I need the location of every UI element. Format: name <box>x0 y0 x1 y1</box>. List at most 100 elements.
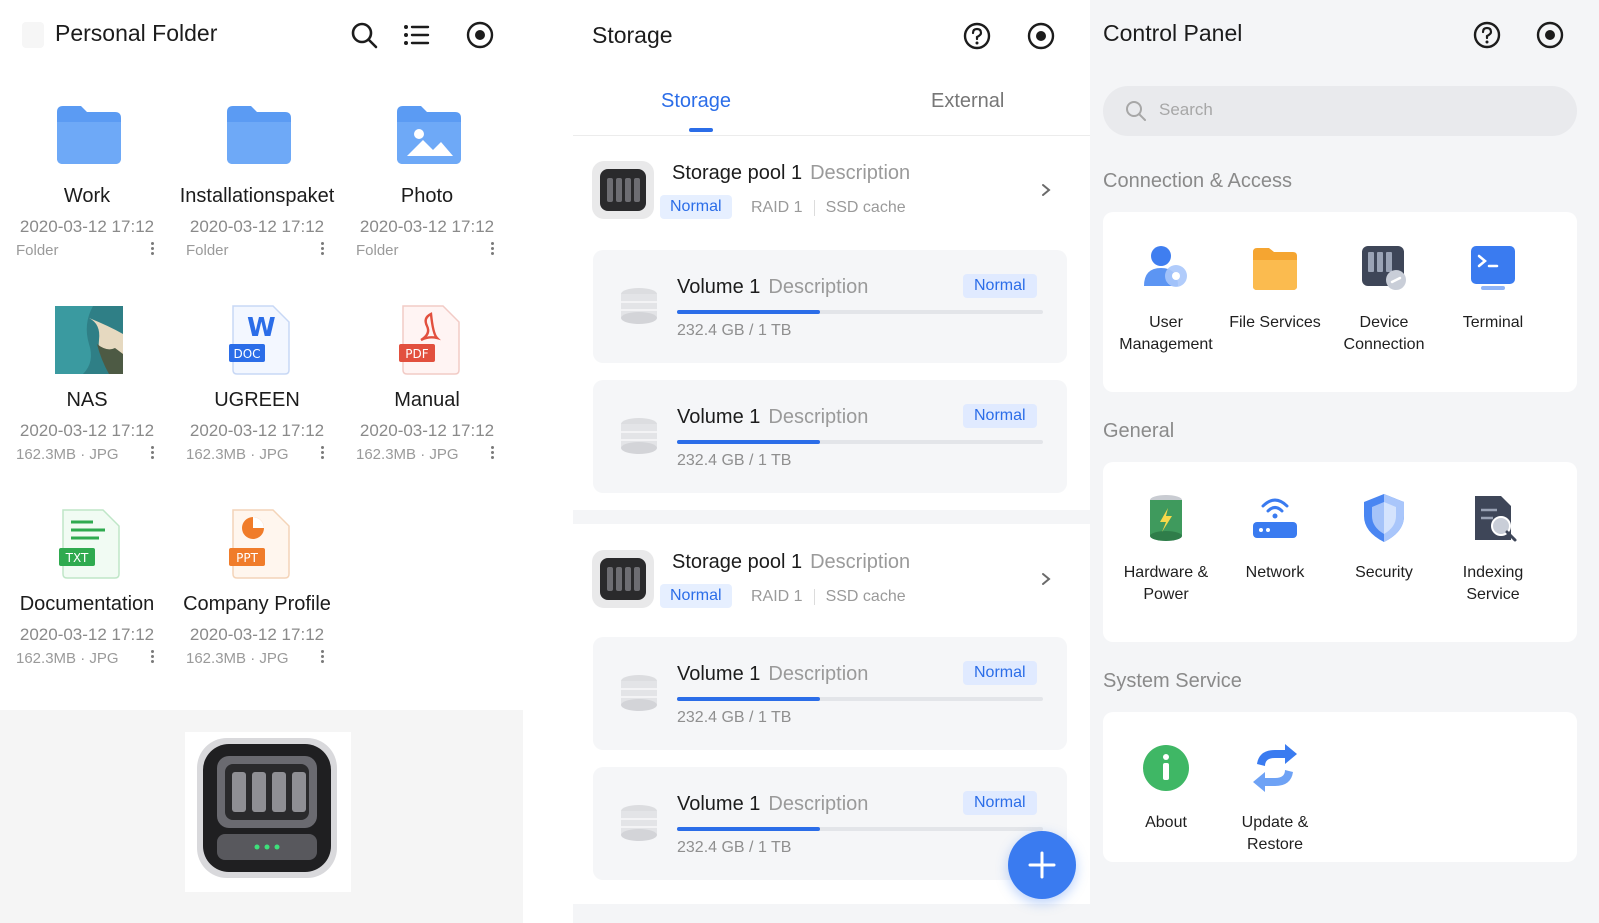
usage-bar <box>677 697 1043 701</box>
page-title: Personal Folder <box>55 20 218 46</box>
volume-card[interactable]: Volume 1 Description Normal 232.4 GB / 1 … <box>593 250 1067 363</box>
image-thumbnail <box>55 306 123 374</box>
search-icon[interactable] <box>349 20 379 50</box>
plus-icon <box>1028 851 1056 879</box>
section-title: Connection & Access <box>1103 170 1292 192</box>
storage-pool-title[interactable]: Storage pool 1 Description <box>672 551 910 574</box>
add-button[interactable] <box>1008 831 1076 899</box>
volume-card[interactable]: Volume 1 Description Normal 232.4 GB / 1 … <box>593 380 1067 493</box>
usage-bar-fill <box>677 440 820 444</box>
search-icon <box>1126 101 1146 121</box>
indexing-icon <box>1475 496 1517 542</box>
volume-size: 232.4 GB / 1 TB <box>677 322 792 339</box>
page-title: Control Panel <box>1103 20 1243 46</box>
text-document-icon: TXT <box>59 509 120 579</box>
usage-bar <box>677 827 1043 831</box>
usage-bar-fill <box>677 697 820 701</box>
terminal-icon <box>1471 246 1515 290</box>
volume-title: Volume 1 Description <box>677 663 869 685</box>
chevron-right-icon[interactable] <box>1039 572 1053 586</box>
control-panel: Control Panel Search Connection & Access… <box>1090 0 1599 923</box>
volume-size: 232.4 GB / 1 TB <box>677 452 792 469</box>
more-icon[interactable] <box>488 241 496 259</box>
nas-app-icon <box>197 738 337 878</box>
storage-pool-icon <box>592 161 654 219</box>
router-icon <box>1253 498 1297 538</box>
folder-icon <box>227 106 291 164</box>
status-badge: Normal <box>963 661 1037 685</box>
section-card: User Management File Services Device Con… <box>1103 212 1577 392</box>
battery-icon <box>1150 495 1182 541</box>
section-title: General <box>1103 420 1175 442</box>
svg-text:PPT: PPT <box>236 551 258 565</box>
volume-card[interactable]: Volume 1 Description Normal 232.4 GB / 1 … <box>593 637 1067 750</box>
volume-title: Volume 1 Description <box>677 406 869 428</box>
back-icon[interactable] <box>22 22 44 48</box>
presentation-document-icon: PPT <box>229 509 290 579</box>
personal-folder-panel: Personal Folder Work 2020-03-12 17:12 Fo… <box>0 0 523 710</box>
more-icon[interactable] <box>318 241 326 259</box>
volume-size: 232.4 GB / 1 TB <box>677 709 792 726</box>
status-badge: Normal <box>963 404 1037 428</box>
app-icon-tile <box>185 732 351 892</box>
disk-icon <box>621 288 657 324</box>
list-view-icon[interactable] <box>401 20 431 50</box>
user-management-icon <box>1144 246 1187 287</box>
volume-size: 232.4 GB / 1 TB <box>677 839 792 856</box>
help-icon[interactable] <box>1472 20 1502 50</box>
word-document-icon: W DOC <box>229 305 290 375</box>
usage-bar-fill <box>677 827 820 831</box>
more-icon[interactable] <box>318 445 326 463</box>
search-placeholder: Search <box>1159 100 1213 119</box>
pdf-document-icon: PDF <box>399 305 460 375</box>
disk-icon <box>621 675 657 711</box>
volume-title: Volume 1 Description <box>677 793 869 815</box>
section-card: Hardware & Power Network Security Indexi… <box>1103 462 1577 642</box>
shield-icon <box>1364 494 1404 542</box>
update-icon <box>1253 744 1297 792</box>
volume-title: Volume 1 Description <box>677 276 869 298</box>
usage-bar <box>677 310 1043 314</box>
tab-storage[interactable]: Storage <box>661 90 731 113</box>
more-icon[interactable] <box>148 649 156 667</box>
help-icon[interactable] <box>962 21 992 51</box>
record-icon[interactable] <box>1026 21 1056 51</box>
pool-tags: RAID 1 SSD cache <box>751 588 906 605</box>
pool-tags: RAID 1 SSD cache <box>751 199 906 216</box>
tab-external[interactable]: External <box>931 90 1004 113</box>
more-icon[interactable] <box>488 445 496 463</box>
storage-pool-title[interactable]: Storage pool 1 Description <box>672 162 910 185</box>
more-icon[interactable] <box>148 241 156 259</box>
storage-pool-section: Storage pool 1 Description Normal RAID 1S… <box>573 136 1090 510</box>
status-badge: Normal <box>963 274 1037 298</box>
chevron-right-icon[interactable] <box>1039 183 1053 197</box>
record-icon[interactable] <box>1535 20 1565 50</box>
section-title: System Service <box>1103 670 1242 692</box>
storage-pool-icon <box>592 550 654 608</box>
storage-panel: Storage Storage External Storage pool 1D… <box>573 0 1090 923</box>
search-input[interactable]: Search <box>1103 86 1577 136</box>
more-icon[interactable] <box>318 649 326 667</box>
usage-bar-fill <box>677 310 820 314</box>
folder-icon <box>57 106 121 164</box>
status-badge: Normal <box>660 195 732 219</box>
svg-text:W: W <box>247 313 276 343</box>
info-icon <box>1143 745 1189 791</box>
status-badge: Normal <box>963 791 1037 815</box>
status-badge: Normal <box>660 584 732 608</box>
svg-text:PDF: PDF <box>405 347 428 361</box>
page-title: Storage <box>592 22 673 48</box>
volume-card[interactable]: Volume 1 Description Normal 232.4 GB / 1 … <box>593 767 1067 880</box>
usage-bar <box>677 440 1043 444</box>
record-icon[interactable] <box>465 20 495 50</box>
photo-folder-icon <box>397 106 461 164</box>
more-icon[interactable] <box>148 445 156 463</box>
disk-icon <box>621 418 657 454</box>
device-connection-icon <box>1362 246 1406 290</box>
storage-header: Storage Storage External <box>573 0 1090 135</box>
folder-icon <box>1253 248 1297 290</box>
svg-text:DOC: DOC <box>233 347 260 361</box>
svg-text:TXT: TXT <box>65 551 89 565</box>
disk-icon <box>621 805 657 841</box>
section-card: About Update & Restore <box>1103 712 1577 862</box>
